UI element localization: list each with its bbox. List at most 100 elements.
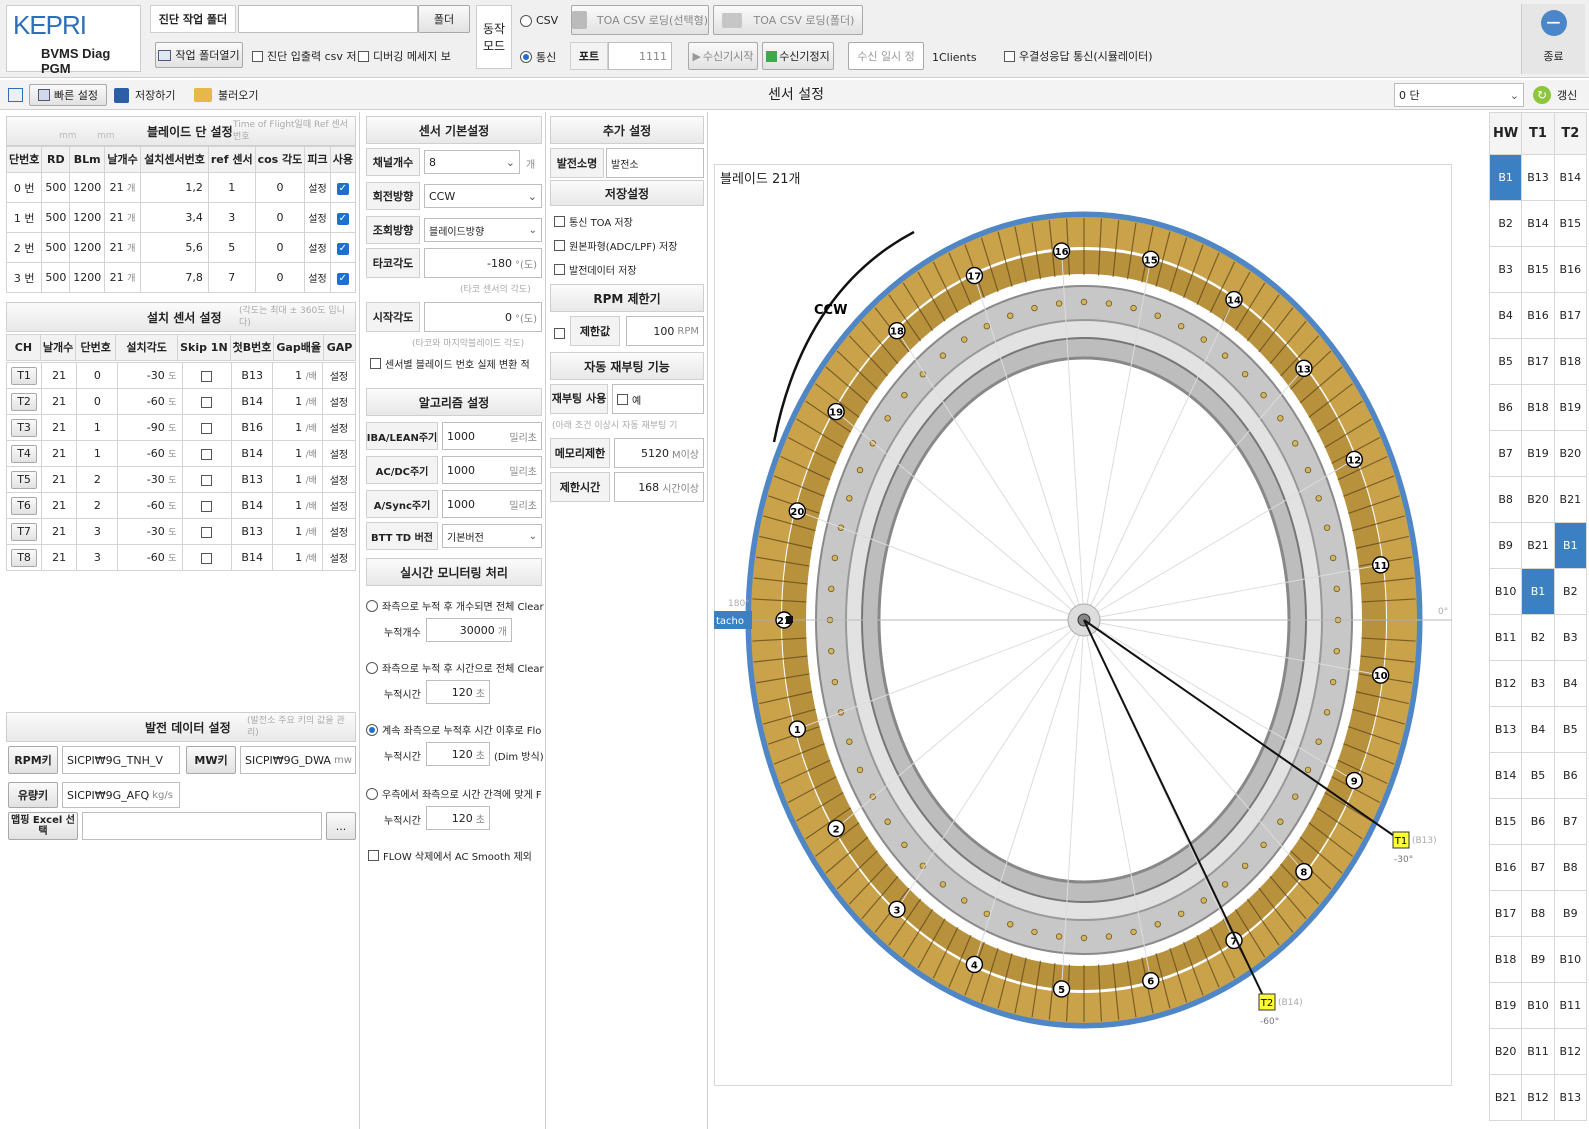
radio-button[interactable] [366, 787, 378, 800]
flow-exclude-checkbox[interactable]: FLOW 삭제에서 AC Smooth 제외 [368, 848, 532, 863]
hw-cell[interactable]: B5 [1553, 706, 1588, 753]
folder-button[interactable]: 폴더 [418, 5, 470, 33]
hw-cell[interactable]: B11 [1553, 982, 1588, 1029]
radio-button[interactable] [520, 14, 532, 27]
exit-button[interactable]: − 종료 [1521, 4, 1585, 74]
hw-cell[interactable]: B15 [1521, 246, 1555, 293]
hw-cell[interactable]: B19 [1521, 430, 1555, 477]
hw-cell[interactable]: B9 [1521, 936, 1555, 983]
diag-csv-checkbox[interactable]: 진단 입출력 csv 저 [252, 48, 357, 64]
skip-checkbox[interactable] [201, 500, 213, 512]
gap-set-button[interactable]: 설정 [321, 518, 357, 545]
skip-checkbox[interactable] [201, 448, 213, 460]
hw-cell[interactable]: B11 [1488, 614, 1523, 661]
quick-setup-button[interactable]: 빠른 설정 [29, 84, 107, 106]
checkbox-box[interactable] [252, 50, 263, 62]
refresh-button[interactable]: ↻ 갱신 [1533, 84, 1577, 106]
gap-set-button[interactable]: 설정 [321, 466, 357, 493]
time-limit-input[interactable]: 168 시간이상 [614, 472, 704, 502]
pause-receiver-button[interactable]: 수신 일시 정 [848, 42, 924, 70]
hw-cell[interactable]: B19 [1553, 384, 1588, 431]
hw-cell[interactable]: B4 [1553, 660, 1588, 707]
hw-cell[interactable]: B13 [1521, 154, 1555, 201]
hw-cell[interactable]: B18 [1553, 338, 1588, 385]
stage-select[interactable]: 0 단 [1394, 83, 1524, 107]
use-checkbox[interactable]: ✓ [336, 242, 349, 255]
excel-path-input[interactable] [82, 812, 322, 840]
rpm-limit-input[interactable]: 100 RPM [626, 316, 704, 346]
work-folder-input[interactable] [238, 5, 418, 33]
use-checkbox[interactable]: ✓ [336, 182, 349, 195]
flow-key-input[interactable]: SICPI₩9G_AFQ kg/s [62, 782, 180, 808]
port-input[interactable]: 1111 [608, 42, 672, 70]
simulator-checkbox[interactable]: 우결성응답 통신(시뮬레이터) [1004, 48, 1153, 64]
hw-cell[interactable]: B14 [1488, 752, 1523, 799]
hw-cell[interactable]: B1 [1521, 568, 1555, 615]
hw-cell[interactable]: B2 [1488, 200, 1523, 247]
hw-cell[interactable]: B2 [1553, 568, 1588, 615]
open-folder-button[interactable]: 작업 폴더열기 [155, 42, 243, 68]
realtime-option-4[interactable]: 우측에서 좌측으로 시간 간격에 맞게 F [366, 786, 542, 801]
hw-cell[interactable]: B3 [1488, 246, 1523, 293]
mode-comm-radio[interactable]: 통신 [520, 49, 556, 65]
checkbox-box[interactable] [554, 264, 565, 275]
use-checkbox[interactable]: ✓ [336, 272, 349, 285]
hw-cell[interactable]: B10 [1553, 936, 1588, 983]
hw-cell[interactable]: B1 [1488, 154, 1523, 201]
stop-receiver-button[interactable]: 수신기정지 [762, 42, 834, 70]
blade-realnum-checkbox[interactable]: 센서별 블레이드 번호 실제 변환 적 [370, 356, 530, 371]
gap-set-button[interactable]: 설정 [321, 440, 357, 467]
skip-checkbox[interactable] [201, 422, 213, 434]
realtime-option-3[interactable]: 계속 좌측으로 누적후 시간 이후로 Flo [366, 722, 541, 737]
hw-cell[interactable]: B10 [1521, 982, 1555, 1029]
hw-cell[interactable]: B7 [1553, 798, 1588, 845]
save-plant-data-checkbox[interactable]: 발전데이터 저장 [554, 262, 637, 277]
skip-checkbox[interactable] [201, 396, 213, 408]
hw-cell[interactable]: B12 [1488, 660, 1523, 707]
realtime-option-2[interactable]: 좌측으로 누적 후 시간으로 전체 Clear [366, 660, 544, 675]
skip-checkbox[interactable] [201, 474, 213, 486]
save-toa-checkbox[interactable]: 통신 TOA 저장 [554, 214, 633, 229]
hw-cell[interactable]: B14 [1521, 200, 1555, 247]
hw-cell[interactable]: B12 [1553, 1028, 1588, 1075]
radio-button[interactable] [366, 599, 378, 612]
hw-cell[interactable]: B5 [1488, 338, 1523, 385]
acdc-input[interactable]: 1000 밀리초 [442, 456, 542, 484]
checkbox-box[interactable] [554, 216, 565, 227]
hw-cell[interactable]: B15 [1553, 200, 1588, 247]
hw-cell[interactable]: B16 [1488, 844, 1523, 891]
gap-set-button[interactable]: 설정 [321, 414, 357, 441]
gap-set-button[interactable]: 설정 [321, 362, 357, 389]
reboot-use-field[interactable]: 예 [612, 384, 704, 414]
hw-cell[interactable]: B18 [1521, 384, 1555, 431]
hw-cell[interactable]: B8 [1521, 890, 1555, 937]
skip-checkbox[interactable] [201, 552, 213, 564]
skip-checkbox[interactable] [201, 370, 213, 382]
realtime-count-input[interactable]: 30000 개 [426, 618, 512, 642]
peak-button[interactable]: 설정 [304, 172, 331, 203]
hw-cell[interactable]: B3 [1553, 614, 1588, 661]
layout-icon[interactable] [8, 88, 23, 102]
channel-button[interactable]: T4 [5, 440, 43, 467]
excel-browse-button[interactable]: ... [326, 812, 356, 840]
checkbox-box[interactable] [554, 327, 565, 339]
load-button[interactable]: 불러오기 [194, 84, 258, 106]
rotation-select[interactable]: CCW [424, 184, 542, 208]
hw-cell[interactable]: B21 [1488, 1074, 1523, 1121]
hw-cell[interactable]: B4 [1521, 706, 1555, 753]
hw-cell[interactable]: B17 [1521, 338, 1555, 385]
plant-name-input[interactable]: 발전소 [606, 148, 704, 178]
channel-button[interactable]: T2 [5, 388, 43, 415]
start-receiver-button[interactable]: ▶ 수신기시작 [688, 42, 758, 70]
channels-select[interactable]: 8 [424, 150, 520, 174]
hw-cell[interactable]: B1 [1553, 522, 1588, 569]
checkbox-box[interactable] [617, 393, 628, 405]
gap-set-button[interactable]: 설정 [321, 544, 357, 571]
toa-csv-select-button[interactable]: TOA CSV 로딩(선택형) [571, 5, 709, 35]
mw-key-input[interactable]: SICPI₩9G_DWA mw [240, 746, 356, 774]
hw-cell[interactable]: B18 [1488, 936, 1523, 983]
realtime-time-input-3[interactable]: 120 초 [426, 742, 490, 766]
hw-cell[interactable]: B19 [1488, 982, 1523, 1029]
skip-checkbox[interactable] [201, 526, 213, 538]
hw-cell[interactable]: B12 [1521, 1074, 1555, 1121]
